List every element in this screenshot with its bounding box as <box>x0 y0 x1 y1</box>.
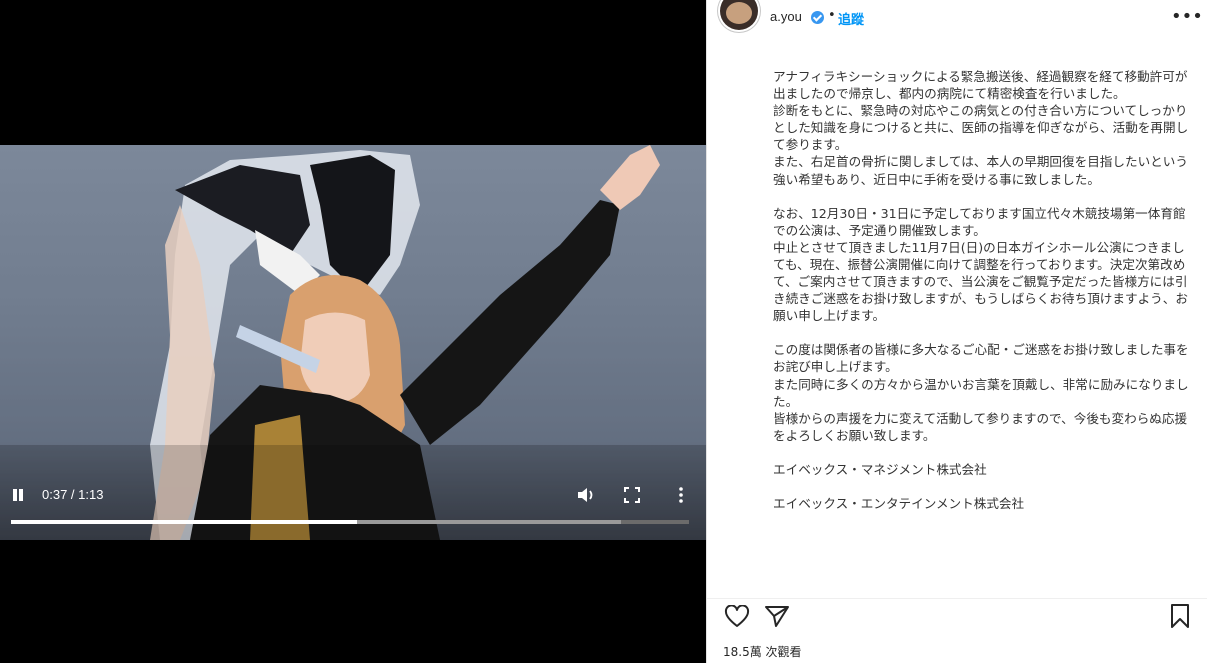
more-options-button[interactable]: ••• <box>1171 6 1203 27</box>
post-header: a.you • 追蹤 ••• <box>707 0 1207 36</box>
caption-signature: エイベックス・エンタテインメント株式会社 <box>773 495 1025 511</box>
caption-paragraph: アナフィラキシーショックによる緊急搬送後、経過観察を経て移動許可が出ましたので帰… <box>773 69 1188 102</box>
video-progress-bar[interactable] <box>11 520 689 524</box>
more-options-icon[interactable] <box>678 486 684 504</box>
share-icon[interactable] <box>764 604 790 632</box>
caption-paragraph: この度は関係者の皆様に多大なるご心配・ご迷惑をお掛け致しました事をお詫び申し上げ… <box>773 342 1189 375</box>
view-count: 18.5萬 次觀看 <box>723 645 802 659</box>
volume-icon[interactable] <box>576 486 596 504</box>
video-controls: 0:37 / 1:13 <box>0 478 706 540</box>
follow-button[interactable]: 追蹤 <box>838 9 864 28</box>
caption-paragraph: なお、12月30日・31日に予定しております国立代々木競技場第一体育館での公演は… <box>773 205 1186 238</box>
heart-icon[interactable] <box>724 604 750 633</box>
caption-paragraph: また同時に多くの方々から温かいお言葉を頂戴し、非常に励みになりました。 <box>773 376 1189 409</box>
post-caption: アナフィラキシーショックによる緊急搬送後、経過観察を経て移動許可が出ましたので帰… <box>773 68 1189 512</box>
progress-played <box>11 520 357 524</box>
post-panel: a.you • 追蹤 ••• アナフィラキシーショックによる緊急搬送後、経過観察… <box>706 0 1207 663</box>
fullscreen-icon[interactable] <box>624 487 640 503</box>
caption-paragraph: 診断をもとに、緊急時の対応やこの病気との付き合い方についてしっかりとした知識を身… <box>773 103 1189 153</box>
caption-paragraph: 中止とさせて頂きました11月7日(日)の日本ガイシホール公演につきましても、現在… <box>773 239 1188 324</box>
verified-badge-icon <box>811 11 824 24</box>
pause-icon[interactable] <box>12 488 26 502</box>
video-time: 0:37 / 1:13 <box>42 487 104 502</box>
username[interactable]: a.you <box>770 9 802 24</box>
avatar[interactable] <box>720 0 758 30</box>
caption-paragraph: 皆様からの声援を力に変えて活動して参りますので、今後も変わらぬ応援をよろしくお願… <box>773 410 1188 443</box>
caption-signature: エイベックス・マネジメント株式会社 <box>773 461 987 477</box>
action-bar <box>707 598 1207 633</box>
bookmark-icon[interactable] <box>1169 603 1191 633</box>
separator-dot: • <box>828 8 836 23</box>
media-area: 0:37 / 1:13 <box>0 0 706 663</box>
caption-paragraph: また、右足首の骨折に関しましては、本人の早期回復を目指したいという強い希望もあり… <box>773 154 1188 187</box>
